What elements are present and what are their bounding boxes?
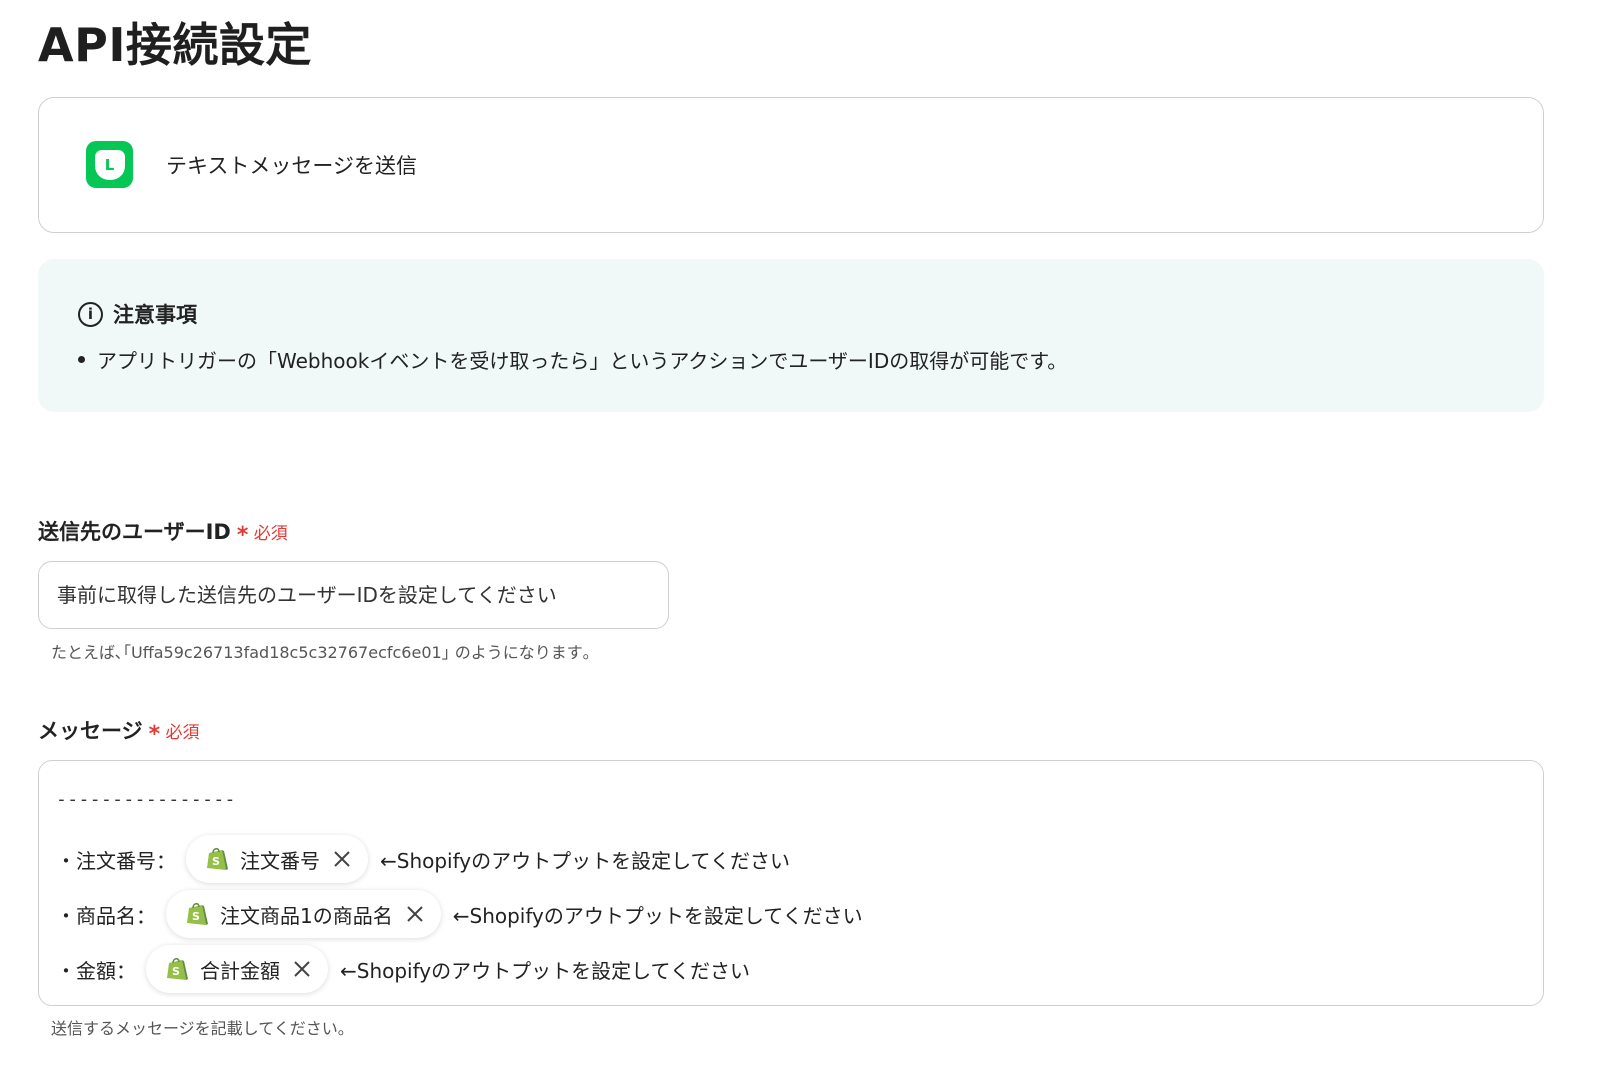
message-hint: 送信するメッセージを記載してください。 [51, 1019, 354, 1038]
close-icon[interactable] [330, 847, 354, 871]
line-logo-letter: L [94, 149, 125, 180]
message-label-text: メッセージ [38, 719, 143, 743]
notice-item: アプリトリガーの「Webhookイベントを受け取ったら」というアクションでユーザ… [78, 345, 1067, 374]
user-id-hint: たとえば､｢Uffa59c26713fad18c5c32767ecfc6e01｣… [51, 643, 591, 662]
required-star: * [148, 722, 161, 747]
required-text: 必須 [253, 524, 288, 544]
row-instruction: ←Shopifyのアウトプットを設定してください [380, 848, 790, 873]
row-label: ・金額： [56, 958, 136, 983]
notice-title: 注意事項 [113, 303, 197, 327]
bullet-icon [78, 356, 85, 363]
chip-label: 注文番号 [240, 848, 320, 873]
row-instruction: ←Shopifyのアウトプットを設定してください [452, 903, 863, 928]
message-label: メッセージ * 必須 [38, 715, 200, 747]
close-icon[interactable] [290, 957, 314, 981]
notice-item-text: アプリトリガーの「Webhookイベントを受け取ったら」というアクションでユーザ… [97, 349, 1068, 373]
svg-text:S: S [172, 965, 180, 978]
shopify-icon: S [207, 847, 228, 870]
variable-chip[interactable]: S 合計金額 [146, 945, 328, 993]
variable-chip[interactable]: S 注文商品1の商品名 [166, 890, 441, 938]
svg-text:S: S [212, 855, 220, 868]
shopify-icon: S [167, 957, 188, 980]
action-label: テキストメッセージを送信 [166, 154, 417, 178]
row-instruction: ←Shopifyのアウトプットを設定してください [340, 958, 750, 983]
required-badge: * 必須 [236, 519, 288, 548]
line-app-icon: L [86, 141, 133, 188]
chip-label: 合計金額 [200, 958, 280, 983]
user-id-label: 送信先のユーザーID * 必須 [38, 516, 288, 548]
page-title: API接続設定 [38, 18, 312, 72]
message-row: ・注文番号： S 注文番号 ←Shopifyのアウトプットを設定してください [56, 835, 790, 883]
notice-box: i 注意事項 アプリトリガーの「Webhookイベントを受け取ったら」というアク… [38, 259, 1544, 412]
close-icon[interactable] [403, 902, 427, 926]
message-divider-text: ---------------- [56, 789, 236, 810]
row-label: ・注文番号： [56, 848, 176, 873]
required-badge: * 必須 [148, 718, 200, 747]
message-row: ・金額： S 合計金額 ←Shopifyのアウトプットを設定してください [56, 945, 750, 993]
action-card[interactable]: L テキストメッセージを送信 [38, 97, 1544, 233]
required-star: * [236, 523, 249, 548]
svg-text:S: S [192, 910, 200, 923]
info-icon: i [78, 301, 103, 327]
user-id-input[interactable] [38, 561, 669, 629]
user-id-label-text: 送信先のユーザーID [38, 520, 231, 544]
chip-label: 注文商品1の商品名 [220, 903, 393, 928]
required-text: 必須 [165, 723, 200, 743]
shopify-icon: S [187, 902, 208, 925]
notice-header: i 注意事項 [78, 299, 197, 329]
variable-chip[interactable]: S 注文番号 [186, 835, 368, 883]
row-label: ・商品名： [56, 903, 156, 928]
message-textarea[interactable]: ---------------- ・注文番号： S 注文番号 ←Shopifyの… [38, 760, 1544, 1006]
message-row: ・商品名： S 注文商品1の商品名 ←Shopifyのアウトプットを設定してくだ… [56, 890, 863, 938]
